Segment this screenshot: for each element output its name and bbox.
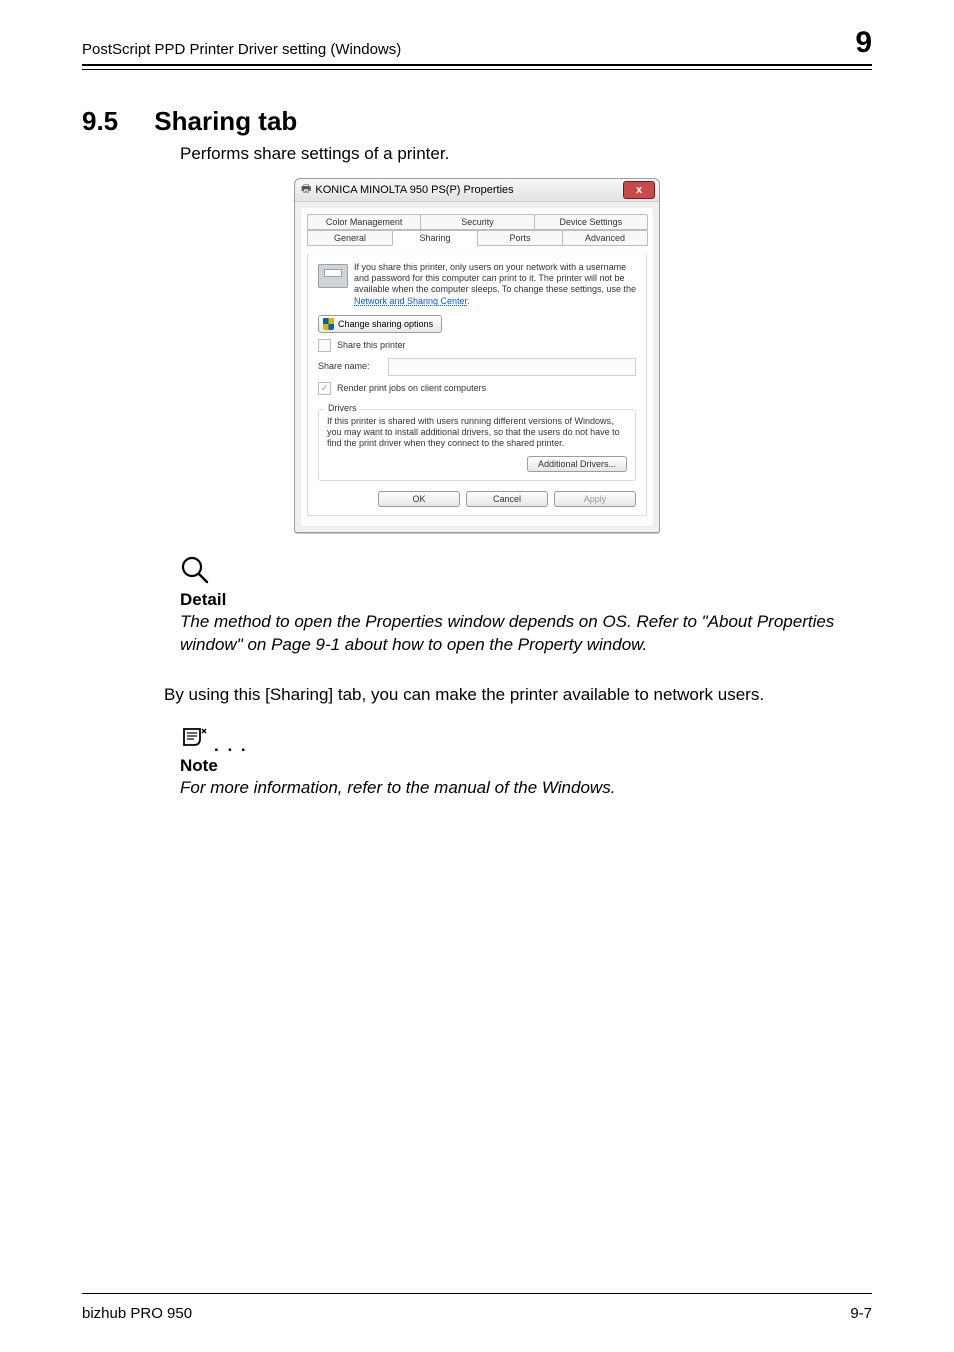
sharing-info-text: If you share this printer, only users on… (354, 262, 636, 307)
running-title: PostScript PPD Printer Driver setting (W… (82, 41, 401, 58)
tab-ports[interactable]: Ports (477, 230, 563, 246)
footer-rule (82, 1293, 872, 1294)
section-title: Sharing tab (154, 106, 297, 136)
render-jobs-label: Render print jobs on client computers (337, 383, 486, 394)
note-heading: Note (180, 756, 864, 776)
footer-right: 9-7 (850, 1305, 872, 1322)
page-footer: bizhub PRO 950 9-7 (82, 1305, 872, 1322)
printer-icon (318, 264, 348, 288)
detail-text: The method to open the Properties window… (180, 610, 864, 658)
share-name-input[interactable] (388, 358, 636, 376)
tab-sharing[interactable]: Sharing (392, 230, 478, 246)
drivers-group: Drivers If this printer is shared with u… (318, 409, 636, 481)
tab-color-management[interactable]: Color Management (307, 214, 421, 230)
sharing-usage-paragraph: By using this [Sharing] tab, you can mak… (164, 683, 864, 707)
page-header: PostScript PPD Printer Driver setting (W… (82, 28, 872, 60)
note-dots: . . . (214, 736, 248, 756)
note-icon: . . . (180, 725, 872, 756)
additional-drivers-button[interactable]: Additional Drivers... (527, 456, 627, 472)
share-name-label: Share name: (318, 361, 382, 372)
tab-security[interactable]: Security (420, 214, 534, 230)
dialog-title: KONICA MINOLTA 950 PS(P) Properties (315, 184, 513, 196)
shield-icon (323, 318, 334, 330)
share-this-printer-label: Share this printer (337, 340, 406, 351)
chapter-number: 9 (855, 28, 872, 58)
dialog-titlebar: 🖶 KONICA MINOLTA 950 PS(P) Properties x (295, 179, 659, 202)
note-text: For more information, refer to the manua… (180, 776, 864, 800)
drivers-group-title: Drivers (325, 403, 360, 413)
printer-glyph-icon: 🖶 (301, 180, 311, 199)
magnifier-icon (180, 555, 872, 590)
close-button[interactable]: x (623, 181, 655, 199)
tab-general[interactable]: General (307, 230, 393, 246)
cancel-button[interactable]: Cancel (466, 491, 548, 507)
drivers-text: If this printer is shared with users run… (327, 416, 627, 450)
change-sharing-options-button[interactable]: Change sharing options (318, 315, 442, 333)
apply-button[interactable]: Apply (554, 491, 636, 507)
ok-button[interactable]: OK (378, 491, 460, 507)
sharing-info-prefix: If you share this printer, only users on… (354, 262, 636, 295)
header-rule (82, 64, 872, 70)
footer-left: bizhub PRO 950 (82, 1305, 192, 1322)
section-number: 9.5 (82, 106, 118, 136)
tab-device-settings[interactable]: Device Settings (534, 214, 648, 230)
section-intro: Performs share settings of a printer. (180, 143, 864, 166)
network-sharing-center-link[interactable]: Network and Sharing Center (354, 296, 467, 306)
detail-heading: Detail (180, 590, 864, 610)
render-jobs-checkbox[interactable]: ✓ (318, 382, 331, 395)
tab-advanced[interactable]: Advanced (562, 230, 648, 246)
properties-dialog: 🖶 KONICA MINOLTA 950 PS(P) Properties x … (294, 178, 660, 533)
share-this-printer-checkbox[interactable] (318, 339, 331, 352)
change-sharing-options-label: Change sharing options (338, 319, 433, 329)
section-heading: 9.5 Sharing tab (82, 106, 872, 137)
